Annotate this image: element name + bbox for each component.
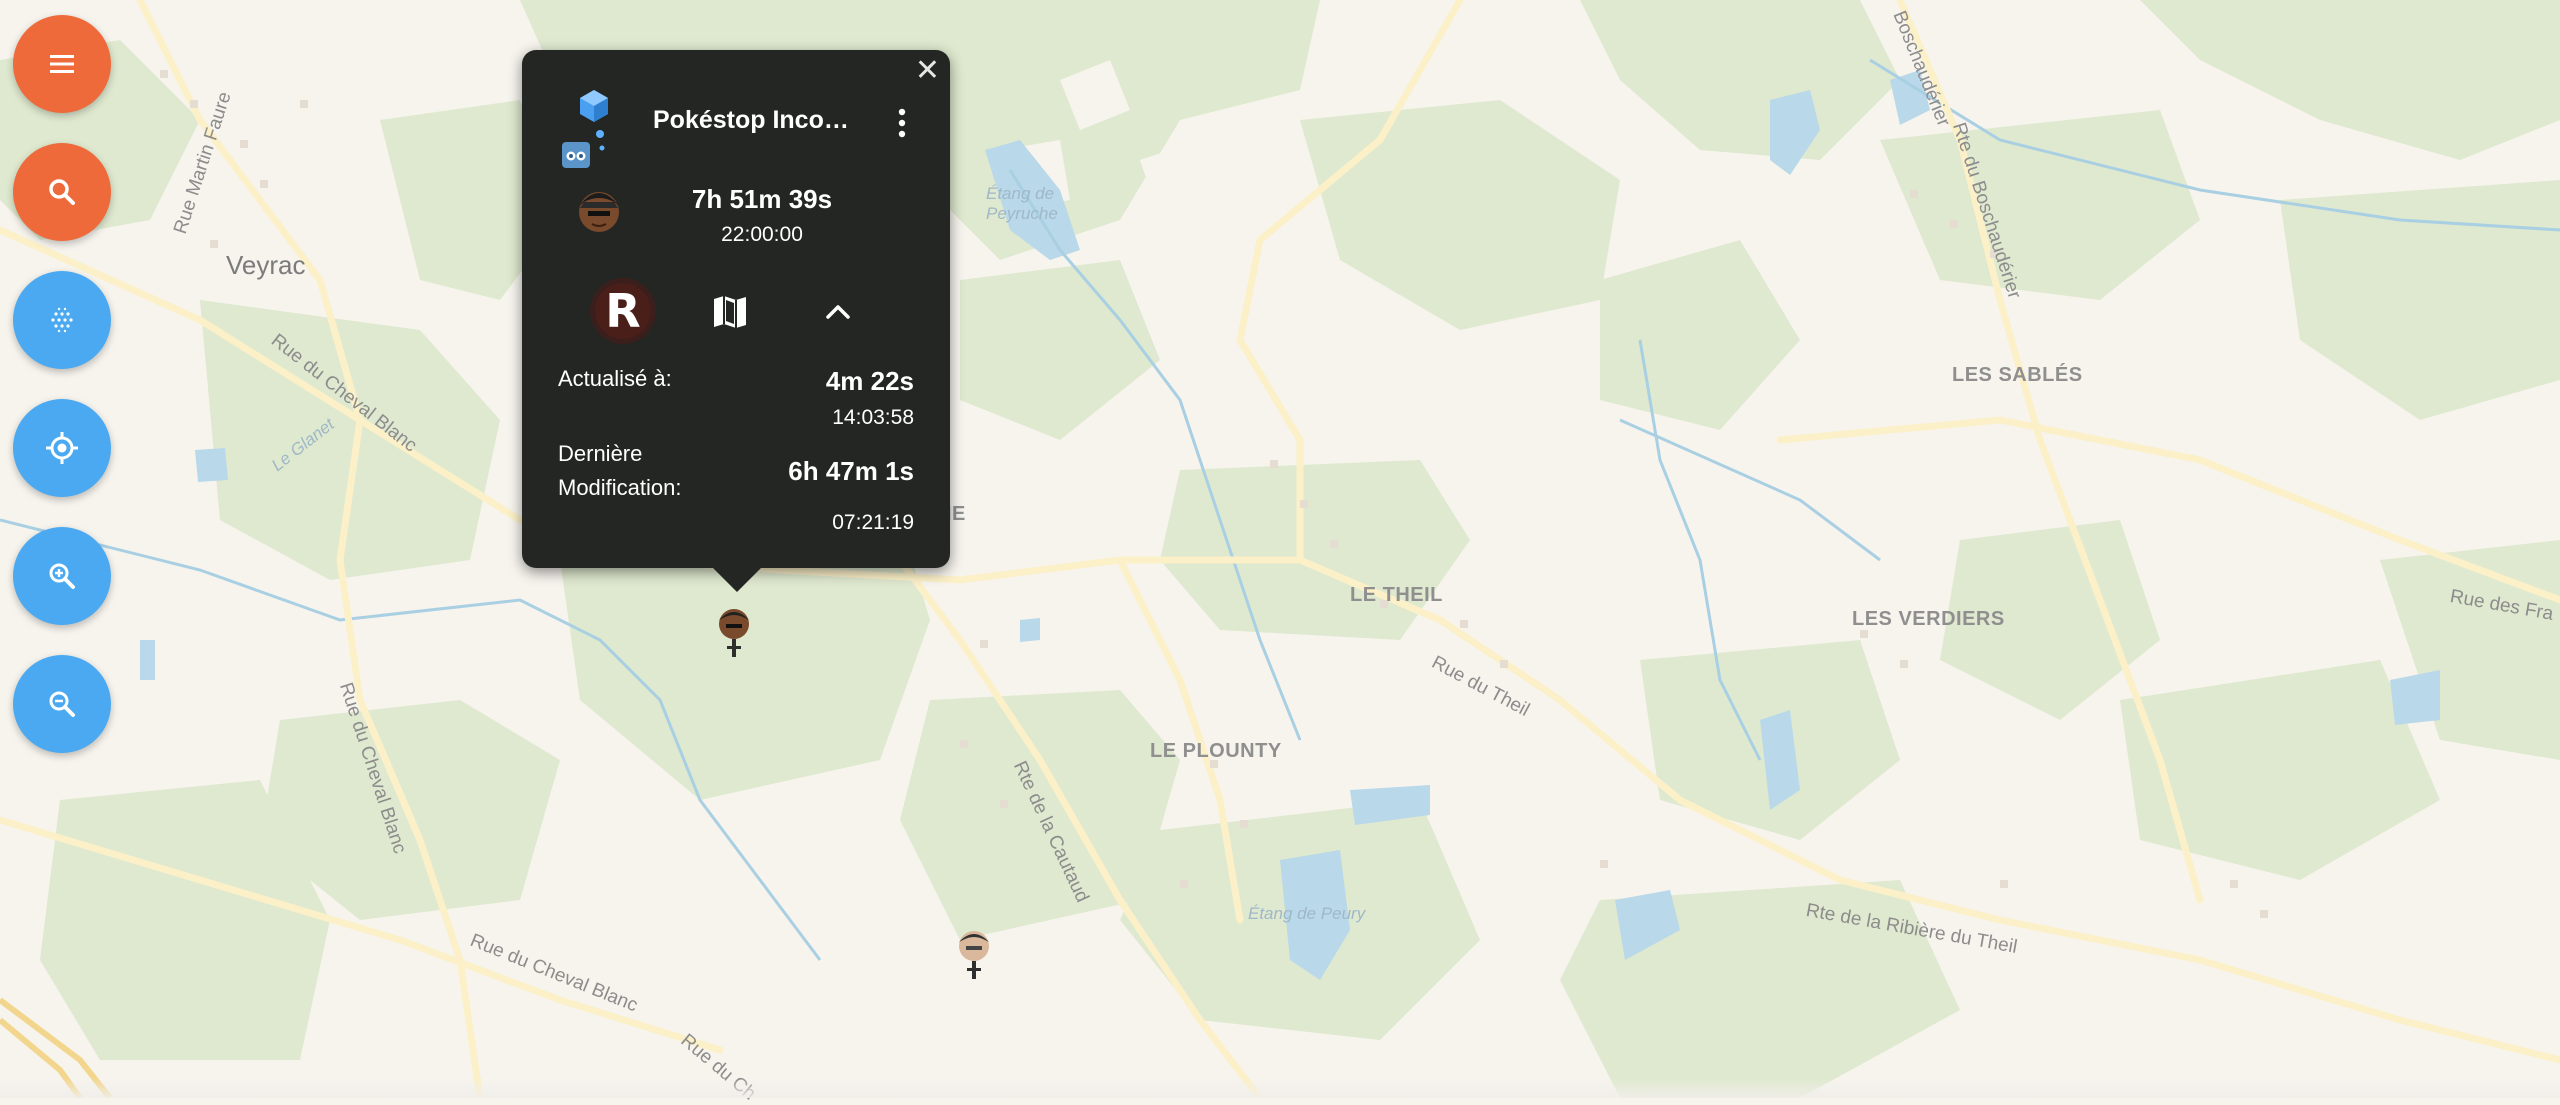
locate-button[interactable] — [13, 399, 111, 497]
grunt-avatar-icon — [579, 192, 619, 232]
place-label-le-plounty: LE PLOUNTY — [1150, 740, 1282, 762]
search-icon — [49, 179, 75, 205]
menu-button[interactable] — [13, 15, 111, 113]
invasion-end-time: 22:00:00 — [721, 223, 803, 246]
pokestop-popup: ✕ Pokéstop Incon… 7h 51m 39s 22:00:00 R — [522, 50, 950, 592]
chevron-up-icon — [826, 305, 850, 319]
search-button[interactable] — [13, 143, 111, 241]
modified-time: 07:21:19 — [832, 511, 914, 534]
modified-ago: 6h 47m 1s — [788, 456, 914, 486]
close-popup-button[interactable]: ✕ — [915, 56, 940, 86]
place-label-veyrac: Veyrac — [226, 250, 306, 280]
heatmap-button[interactable] — [13, 271, 111, 369]
water-label-etang-de-peyruche: Étang de Peyruche — [986, 184, 1058, 223]
updated-label: Actualisé à: — [558, 366, 672, 391]
zoom-out-button[interactable] — [13, 655, 111, 753]
zoom-in-button[interactable] — [13, 527, 111, 625]
more-vert-icon — [898, 108, 906, 138]
map-icon — [714, 296, 746, 328]
rocket-r-icon: R — [605, 284, 641, 338]
grunt-avatar-icon — [959, 931, 989, 979]
collapse-button[interactable] — [816, 294, 860, 330]
bottom-fade — [0, 1078, 2560, 1098]
updated-ago: 4m 22s — [825, 366, 914, 396]
invasion-marker[interactable] — [955, 928, 993, 980]
locate-icon — [46, 432, 78, 464]
place-label-les-verdiers: LES VERDIERS — [1852, 608, 2005, 630]
rocket-button[interactable]: R — [590, 278, 656, 344]
grunt-avatar-icon — [719, 609, 749, 657]
rocket-badge: R — [595, 283, 651, 339]
modified-label-line1: Dernière — [558, 441, 643, 466]
modified-label-line2: Modification: — [558, 475, 682, 500]
place-label-le-theil: LE THEIL — [1350, 584, 1443, 606]
updated-time: 14:03:58 — [832, 406, 914, 429]
menu-icon — [50, 55, 74, 73]
invasion-timer: 7h 51m 39s — [691, 184, 833, 214]
grid-dots-icon — [51, 307, 73, 333]
more-options-button[interactable] — [892, 106, 912, 140]
zoom-out-icon — [49, 691, 75, 717]
pokestop-icon — [562, 90, 608, 168]
popup-tail — [713, 568, 761, 592]
popup-title: Pokéstop Incon… — [653, 106, 853, 134]
open-map-button[interactable] — [708, 290, 752, 334]
water-label-etang-de-peury: Étang de Peury — [1248, 904, 1366, 923]
map-canvas[interactable] — [0, 0, 2560, 1098]
place-label-les-sables: LES SABLÉS — [1952, 364, 2083, 386]
zoom-in-icon — [49, 563, 75, 589]
invasion-marker-selected[interactable] — [715, 606, 753, 658]
